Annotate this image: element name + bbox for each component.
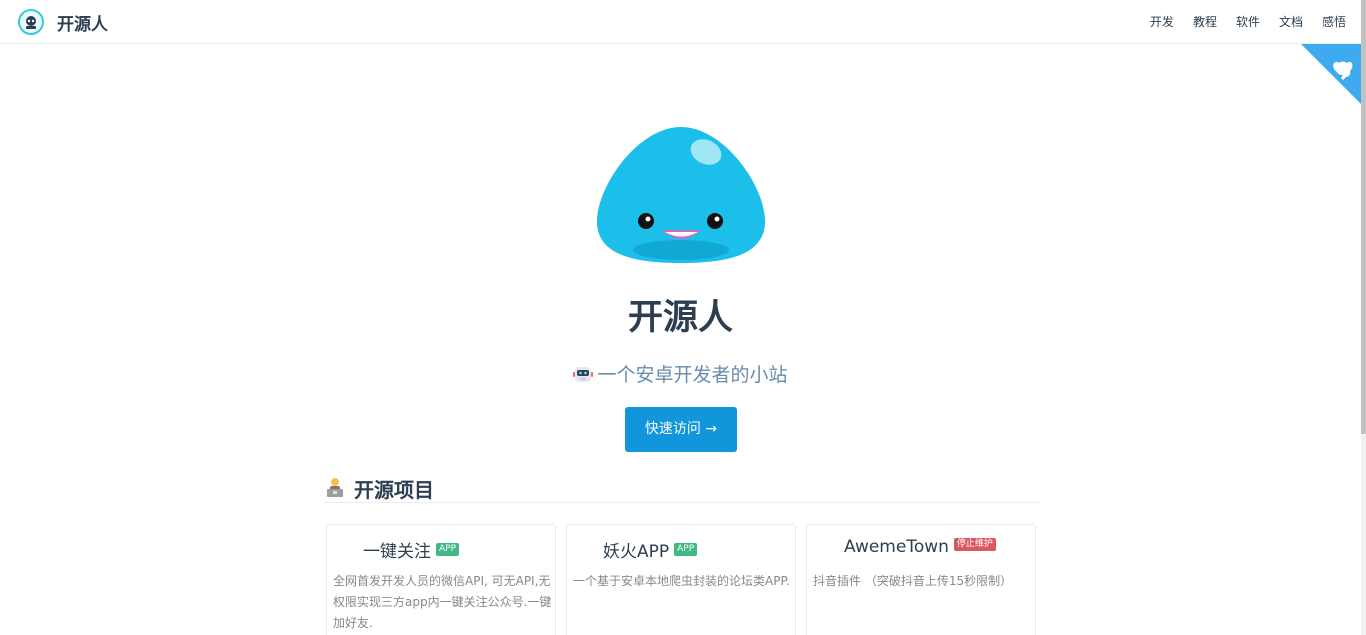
robot-icon [573, 367, 594, 382]
nav-links: 开发 教程 软件 文档 感悟 [1145, 13, 1346, 30]
project-badge: APP [436, 543, 460, 556]
hero-title: 开源人 [627, 298, 733, 338]
project-card-title[interactable]: AwemeTown 停止维护 [844, 537, 996, 557]
nav-link-thoughts[interactable]: 感悟 [1322, 13, 1346, 30]
project-card[interactable]: AwemeTown 停止维护 抖音插件 （突破抖音上传15秒限制） [806, 524, 1036, 635]
nav-link-tutorial[interactable]: 教程 [1193, 13, 1217, 30]
scrollbar[interactable] [1361, 0, 1366, 635]
project-badge: APP [674, 543, 698, 556]
project-badge: 停止维护 [953, 538, 996, 551]
github-corner[interactable] [1301, 44, 1361, 104]
project-card[interactable]: 妖火APP APP 一个基于安卓本地爬虫封装的论坛类APP. [566, 524, 796, 635]
project-card-name: AwemeTown [844, 537, 949, 557]
hero-description: 一个安卓开发者的小站 [0, 361, 1361, 389]
quick-access-button[interactable]: 快速访问 → [625, 407, 737, 452]
project-card-title[interactable]: 一键关注 APP [363, 537, 460, 562]
project-card-title[interactable]: 妖火APP APP [603, 537, 698, 562]
logo-icon[interactable] [18, 9, 44, 35]
nav-link-software[interactable]: 软件 [1236, 13, 1260, 30]
nav-link-dev[interactable]: 开发 [1150, 13, 1174, 30]
nav-link-docs[interactable]: 文档 [1279, 13, 1303, 30]
project-card-description: 抖音插件 （突破抖音上传15秒限制） [813, 574, 1013, 588]
project-card[interactable]: 一键关注 APP 全网首发开发人员的微信API, 可无API,无权限实现三方app… [326, 524, 556, 635]
scrollbar-thumb[interactable] [1361, 0, 1366, 434]
site-name[interactable]: 开源人 [57, 10, 108, 35]
project-card-name: 妖火APP [603, 542, 670, 562]
project-card-description: 全网首发开发人员的微信API, 可无API,无权限实现三方app内一键关注公众号… [333, 574, 552, 630]
project-card-description: 一个基于安卓本地爬虫封装的论坛类APP. [573, 574, 790, 588]
section-title: 开源项目 [354, 478, 434, 502]
hero-mascot-image [595, 124, 767, 266]
projects-section-header: 开源项目 [324, 474, 1041, 503]
hero-description-text: 一个安卓开发者的小站 [597, 364, 788, 386]
project-card-name: 一键关注 [363, 542, 431, 562]
developer-icon [327, 478, 343, 497]
navbar: 开源人 开发 教程 软件 文档 感悟 [0, 0, 1366, 44]
